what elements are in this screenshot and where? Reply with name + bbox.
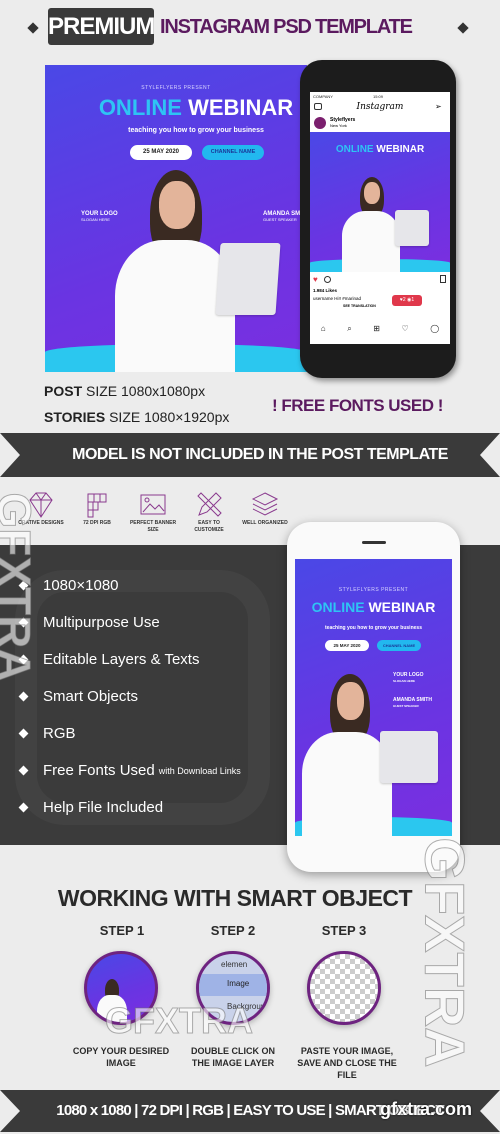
list-item: Free Fonts Used with Download Links — [18, 762, 241, 779]
pencil-ruler-icon — [197, 492, 222, 517]
channel-pill: CHANNEL NAME — [202, 145, 264, 160]
add-post-icon[interactable]: ⊞ — [373, 324, 380, 334]
heart-icon[interactable]: ♥ — [313, 275, 318, 284]
likes-count: 1.984 Likes — [313, 288, 338, 293]
free-fonts-note: ! FREE FONTS USED ! — [272, 396, 443, 415]
diamond-ornament-left — [27, 22, 39, 34]
image-icon — [140, 494, 166, 515]
bottom-nav: ⌂ ⌕ ⊞ ♡ ◯ — [310, 324, 450, 334]
premium-badge: PREMIUM — [48, 8, 155, 45]
step-2-title: STEP 2 — [210, 923, 256, 938]
list-item: Smart Objects — [18, 688, 138, 705]
story-preview: STYLEFLYERS PRESENT ONLINE WEBINAR teach… — [295, 559, 452, 836]
list-item: RGB — [18, 725, 76, 742]
see-translation-link[interactable]: SEE TRANSLATION — [343, 304, 376, 308]
feature-label: WELL ORGANIZED — [242, 520, 288, 526]
feature-dpi: 72 DPI RGB — [72, 490, 122, 534]
account-block: Styleflyers New York — [330, 117, 355, 129]
step-3-caption: PASTE YOUR IMAGE, SAVE AND CLOSE THE FIL… — [297, 1046, 397, 1080]
presenter-text: STYLEFLYERS PRESENT — [141, 85, 211, 91]
post-headline: ONLINE WEBINAR — [45, 95, 307, 121]
list-item: Editable Layers & Texts — [18, 651, 199, 668]
story-subtitle: teaching you how to grow your business — [325, 625, 422, 631]
carrier-text: COMPANY — [313, 94, 333, 99]
feature-label: PERFECT BANNER SIZE — [129, 520, 177, 533]
feature-customize: EASY TO CUSTOMIZE — [184, 490, 234, 534]
step-3-transparent — [307, 951, 381, 1025]
headline-accent: ONLINE — [98, 95, 182, 120]
home-icon[interactable]: ⌂ — [321, 324, 326, 334]
story-date-pill: 25 MAY 2020 — [325, 640, 369, 651]
bookmark-icon[interactable] — [440, 275, 446, 283]
feature-organized: WELL ORGANIZED — [240, 490, 290, 534]
instagram-screen: COMPANY 15:09 Instagram ➢ Styleflyers New… — [310, 92, 450, 344]
post-caption: username Hi!! #marinad — [313, 296, 362, 301]
feed-headline-accent: ONLINE — [335, 144, 374, 155]
feature-banner: PERFECT BANNER SIZE — [128, 490, 178, 534]
post-subtitle: teaching you how to grow your business — [128, 127, 264, 134]
watermark-left: GFXTRA — [0, 492, 41, 682]
date-pill: 25 MAY 2020 — [130, 145, 192, 160]
instagram-logo: Instagram — [356, 102, 404, 112]
grid-icon — [87, 493, 107, 518]
phone-mockup-dark: COMPANY 15:09 Instagram ➢ Styleflyers New… — [300, 60, 456, 378]
watermark-url: gfxtra.com — [380, 1099, 473, 1119]
step-2-caption: DOUBLE CLICK ON THE IMAGE LAYER — [191, 1046, 275, 1068]
stories-size: STORIES SIZE 1080×1920px — [44, 409, 230, 425]
story-model — [300, 674, 450, 836]
diamond-ornament-right — [457, 22, 469, 34]
step-1-title: STEP 1 — [99, 923, 145, 938]
step-1-caption: COPY YOUR DESIRED IMAGE — [72, 1046, 170, 1068]
layers-icon — [251, 492, 279, 516]
send-icon[interactable]: ➢ — [435, 102, 442, 111]
headline-main: WEBINAR — [188, 95, 294, 120]
feature-icons: CRATIVE DESIGNS 72 DPI RGB PERFECT BANNE… — [16, 490, 290, 534]
feed-headline-main: WEBINAR — [376, 144, 425, 155]
story-presenter: STYLEFLYERS PRESENT — [338, 587, 409, 593]
feature-label: 72 DPI RGB — [83, 520, 111, 526]
layer-elements: elemen — [221, 960, 248, 969]
page-title: INSTAGRAM PSD TEMPLATE — [160, 16, 413, 38]
watermark-right: GFXTRA — [413, 837, 477, 1068]
post-preview: STYLEFLYERS PRESENT ONLINE WEBINAR teach… — [45, 65, 307, 372]
model-photo — [105, 165, 295, 372]
avatar[interactable] — [314, 117, 326, 129]
layer-image[interactable]: Image — [227, 979, 249, 988]
step-3-title: STEP 3 — [321, 923, 367, 938]
post-size: POST SIZE 1080x1080px — [44, 383, 206, 399]
feed-model — [340, 177, 435, 272]
phone-mockup-white: STYLEFLYERS PRESENT ONLINE WEBINAR teach… — [287, 522, 460, 872]
feed-post: ONLINE WEBINAR — [310, 132, 450, 272]
activity-notification: ♥2 ◉1 — [392, 295, 422, 306]
list-item: Help File Included — [18, 799, 163, 816]
camera-icon[interactable] — [314, 103, 322, 110]
watermark-center: GFXTRA — [105, 1000, 254, 1042]
story-channel-pill: CHANNEL NAME — [377, 640, 421, 651]
comment-icon[interactable] — [324, 276, 331, 283]
feature-label: EASY TO CUSTOMIZE — [194, 520, 224, 533]
story-headline-accent: ONLINE — [311, 599, 365, 615]
clock-text: 15:09 — [373, 94, 384, 99]
profile-icon[interactable]: ◯ — [430, 324, 439, 334]
story-headline-main: WEBINAR — [368, 599, 436, 615]
account-location: New York — [330, 123, 347, 128]
search-icon[interactable]: ⌕ — [347, 324, 351, 334]
activity-icon[interactable]: ♡ — [402, 324, 409, 334]
model-notice-ribbon: MODEL IS NOT INCLUDED IN THE POST TEMPLA… — [0, 433, 500, 477]
speaker-grille — [362, 541, 386, 544]
smart-object-title: WORKING WITH SMART OBJECT — [57, 885, 413, 911]
